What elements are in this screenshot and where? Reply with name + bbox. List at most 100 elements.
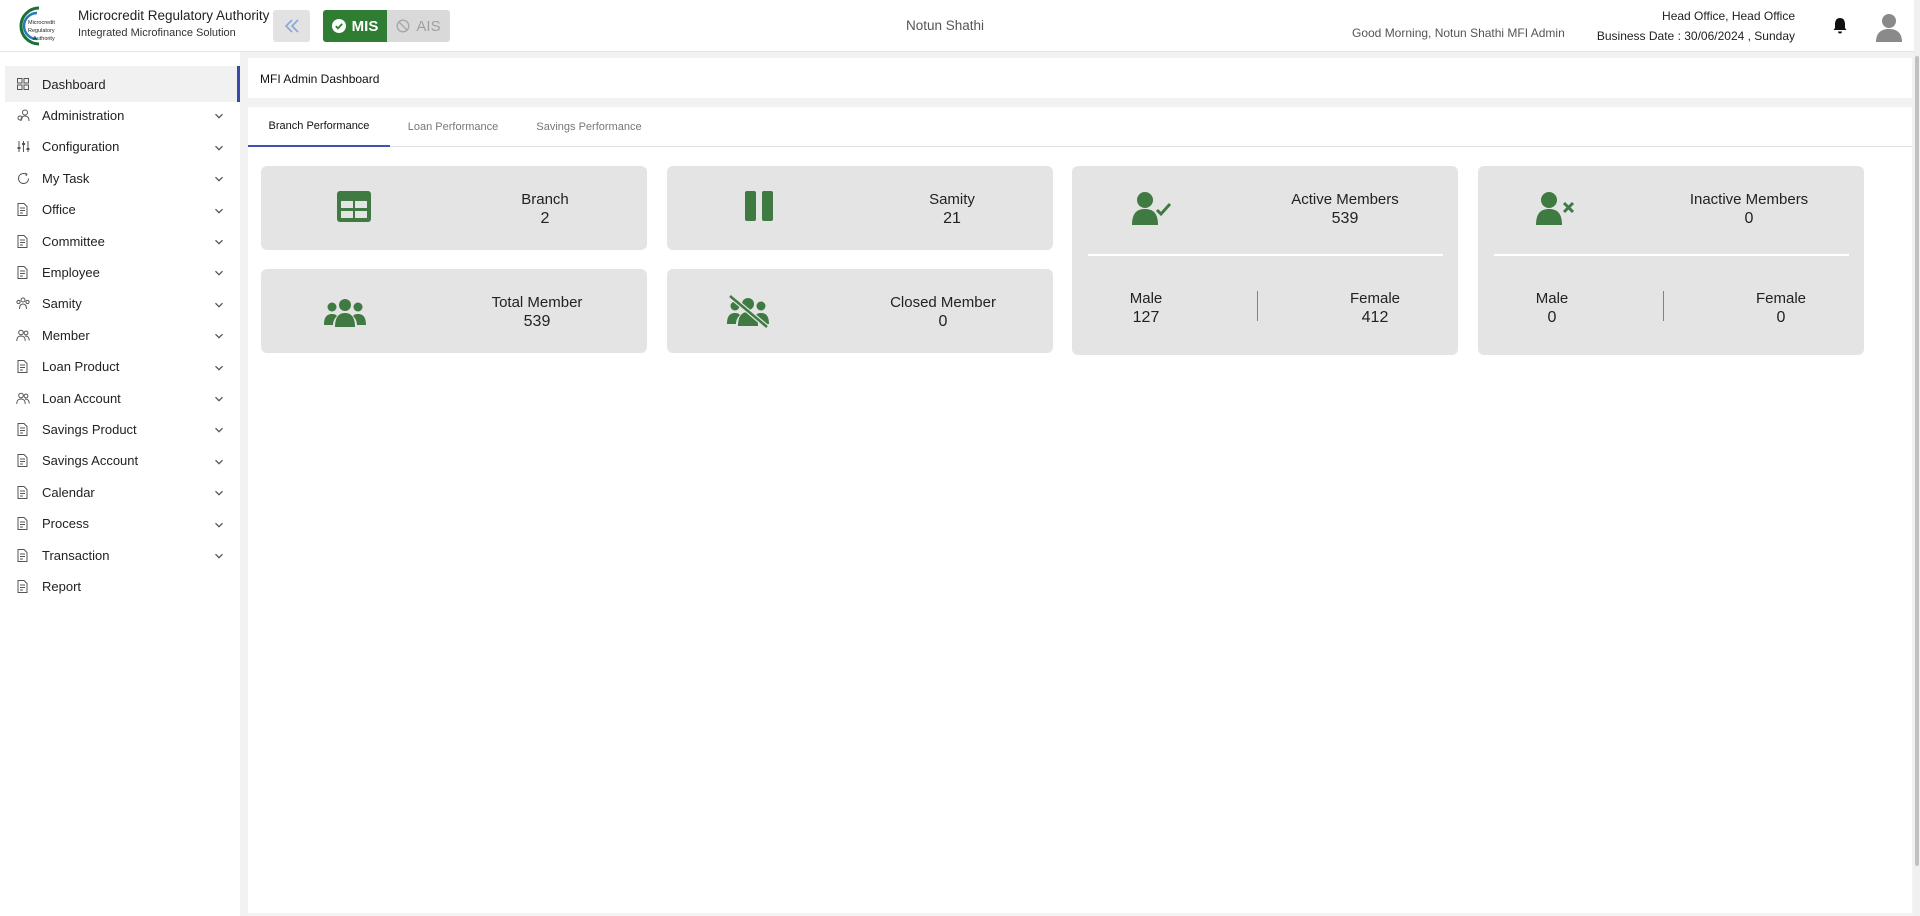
sidebar-item-report[interactable]: Report: [5, 568, 240, 604]
logo-text-1: Microcredit: [28, 20, 55, 26]
org-subtitle: Integrated Microfinance Solution: [78, 27, 236, 39]
total-member-label: Total Member: [491, 294, 583, 311]
organization-title: Notun Shathi: [906, 18, 985, 33]
tab-branch-performance[interactable]: Branch Performance: [248, 107, 390, 147]
samity-value: 21: [943, 210, 961, 227]
office-info: Head Office, Head Office Business Date :…: [1597, 6, 1795, 46]
closed-member-label: Closed Member: [890, 294, 996, 311]
ais-label: AIS: [416, 17, 441, 35]
doc-icon: [16, 360, 30, 374]
sidebar-item-label: Dashboard: [42, 76, 106, 92]
sidebar-item-label: Office: [42, 202, 76, 218]
app-header: Microcredit Regulatory Authority Microcr…: [0, 0, 1920, 52]
sidebar-item-label: Report: [42, 578, 82, 594]
tab-loan-performance[interactable]: Loan Performance: [390, 107, 516, 147]
bell-icon[interactable]: [1832, 17, 1848, 35]
active-male-label: Male: [1129, 290, 1163, 307]
total-member-value: 539: [523, 313, 551, 330]
chevron-down-icon[interactable]: [214, 298, 224, 308]
inactive-male-label: Male: [1535, 290, 1569, 307]
sidebar-item-label: Loan Product: [42, 359, 120, 375]
sidebar-item-label: Savings Account: [42, 453, 139, 469]
chevron-down-icon[interactable]: [214, 392, 224, 402]
chevron-down-icon[interactable]: [214, 204, 224, 214]
inactive-members-value: 0: [1744, 210, 1754, 227]
chevron-down-icon[interactable]: [214, 235, 224, 245]
chevron-down-icon[interactable]: [214, 172, 224, 182]
chevron-down-icon[interactable]: [214, 141, 224, 151]
user-avatar-icon[interactable]: [1874, 11, 1904, 43]
inactive-gender-divider: [1663, 291, 1664, 321]
pause-bars-icon: [745, 191, 773, 221]
chevron-down-icon[interactable]: [214, 361, 224, 371]
mra-logo: Microcredit Regulatory Authority: [19, 6, 55, 46]
business-date: Business Date : 30/06/2024 , Sunday: [1596, 29, 1795, 43]
org-name: Microcredit Regulatory Authority: [78, 8, 270, 23]
chevron-down-icon[interactable]: [214, 423, 224, 434]
doc-icon: [16, 203, 30, 217]
user-x-icon: [1536, 192, 1575, 225]
grid-icon: [16, 77, 30, 91]
ban-icon: [396, 19, 410, 33]
inactive-female-label: Female: [1755, 290, 1807, 307]
users-group-icon: [324, 299, 366, 327]
sidebar-item-label: Process: [42, 516, 89, 532]
sidebar-item-label: Loan Account: [42, 390, 121, 406]
branch-value: 2: [540, 210, 550, 227]
double-chevron-left-icon: [284, 19, 299, 33]
users-slash-icon: [727, 294, 769, 328]
mis-toggle-button[interactable]: MIS: [323, 10, 387, 42]
sidebar-item-label: Member: [42, 327, 90, 343]
chevron-down-icon[interactable]: [214, 329, 224, 339]
page-header: MFI Admin Dashboard: [248, 58, 1912, 98]
doc-icon: [16, 579, 30, 593]
logo-text-3: Authority: [33, 36, 55, 42]
active-male-value: 127: [1132, 309, 1160, 326]
inactive-members-card: Inactive Members 0 Male 0 Female 0: [1478, 166, 1864, 355]
samity-label: Samity: [929, 191, 975, 208]
closed-member-value: 0: [938, 313, 948, 330]
office-name: Head Office, Head Office: [1662, 9, 1795, 23]
doc-icon: [16, 454, 30, 468]
ais-toggle-button[interactable]: AIS: [387, 10, 450, 42]
active-female-value: 412: [1361, 309, 1389, 326]
scrollbar-thumb[interactable]: [1915, 56, 1919, 866]
table-icon: [337, 191, 371, 222]
people-icon: [16, 328, 30, 342]
active-members-value: 539: [1331, 210, 1359, 227]
sidebar-item-label: Samity: [42, 296, 82, 312]
page-scrollbar[interactable]: [1914, 0, 1920, 916]
sidebar-item-label: Employee: [42, 264, 100, 280]
sidebar-item-label: Savings Product: [42, 421, 137, 437]
sidebar: Dashboard Administration Configuration My T…: [0, 52, 240, 916]
sidebar-item-label: Committee: [42, 233, 105, 249]
branch-card: Branch 2: [261, 166, 647, 250]
main-content: Branch Performance Loan Performance Savi…: [248, 107, 1912, 913]
doc-icon: [16, 517, 30, 531]
doc-icon: [16, 548, 30, 562]
active-female-label: Female: [1349, 290, 1401, 307]
doc-icon: [16, 234, 30, 248]
tab-savings-performance[interactable]: Savings Performance: [516, 107, 662, 147]
doc-icon: [16, 485, 30, 499]
active-members-label: Active Members: [1291, 191, 1399, 208]
chevron-down-icon[interactable]: [214, 518, 224, 528]
logo-text-2: Regulatory: [28, 28, 55, 34]
check-circle-icon: [331, 19, 346, 33]
chevron-down-icon[interactable]: [214, 109, 224, 120]
group-icon: [16, 297, 30, 311]
collapse-sidebar-button[interactable]: [273, 10, 310, 42]
samity-card: Samity 21: [667, 166, 1053, 250]
active-divider: [1088, 254, 1443, 256]
user-check-icon: [1132, 192, 1172, 225]
greeting-text: Good Morning, Notun Shathi MFI Admin: [1352, 26, 1565, 40]
sidebar-item-label: Transaction: [42, 547, 110, 563]
task-icon: [16, 171, 30, 185]
sidebar-item-label: Configuration: [42, 139, 120, 155]
chevron-down-icon[interactable]: [214, 266, 224, 277]
chevron-down-icon[interactable]: [214, 549, 224, 559]
inactive-male-value: 0: [1547, 309, 1557, 326]
chevron-down-icon[interactable]: [214, 455, 224, 465]
inactive-female-value: 0: [1776, 309, 1786, 326]
chevron-down-icon[interactable]: [214, 486, 224, 496]
